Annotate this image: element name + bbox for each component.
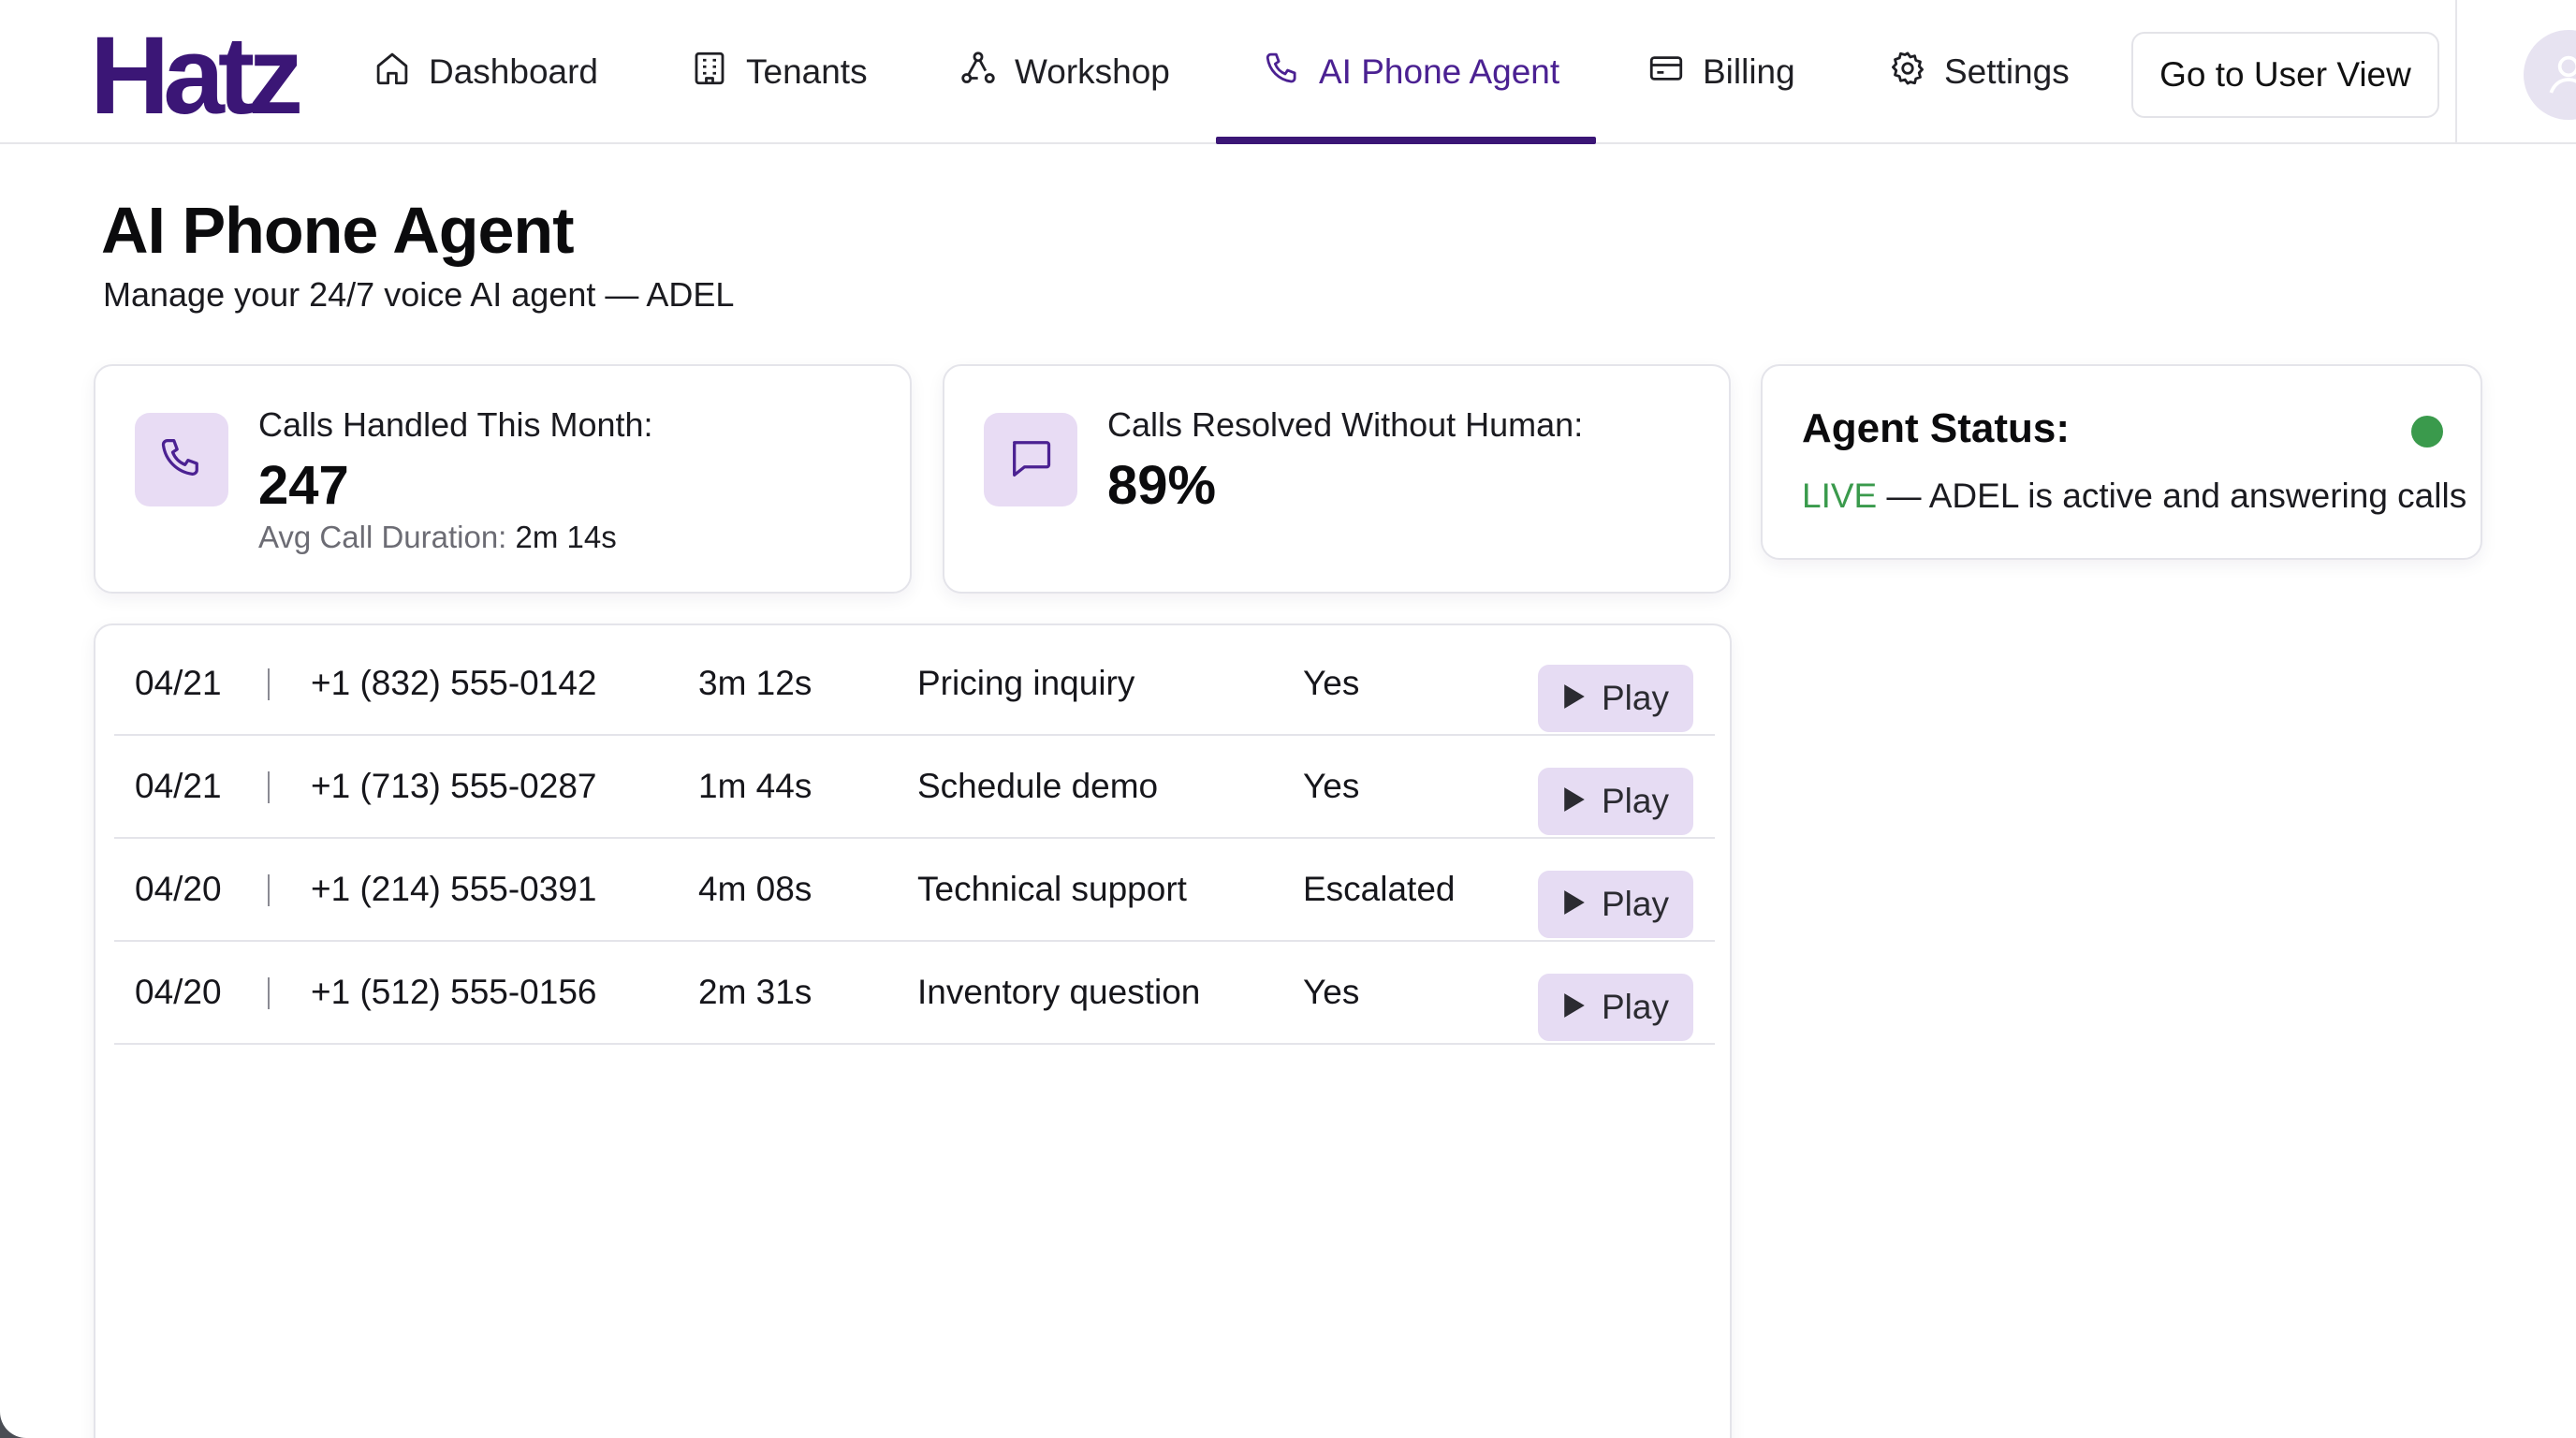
agent-status-card: Agent Status: LIVE — ADEL is active and …: [1761, 364, 2482, 560]
table-row[interactable]: 04/20 +1 (214) 555-0391 4m 08s Technical…: [114, 839, 1715, 942]
table-row[interactable]: 04/21 +1 (713) 555-0287 1m 44s Schedule …: [114, 736, 1715, 839]
nav-settings[interactable]: Settings: [1888, 0, 2070, 144]
nav-ai-phone-agent[interactable]: AI Phone Agent: [1263, 0, 1559, 144]
top-nav: Hatz Dashboard Tenants Workshop AI Phone…: [0, 0, 2576, 144]
nav-tenants[interactable]: Tenants: [690, 0, 868, 144]
call-topic: Schedule demo: [917, 767, 1159, 805]
play-icon: [1562, 782, 1587, 821]
play-recording-button[interactable]: Play: [1538, 665, 1693, 732]
agent-status-message: — ADEL is active and answering calls: [1886, 477, 2467, 515]
calls-resolved-label: Calls Resolved Without Human:: [1107, 405, 1584, 444]
play-recording-button[interactable]: Play: [1538, 974, 1693, 1041]
play-label: Play: [1602, 988, 1669, 1026]
nav-dashboard[interactable]: Dashboard: [373, 0, 598, 144]
avg-call-duration-value: 2m 14s: [515, 520, 617, 554]
nav-tenants-label: Tenants: [746, 52, 868, 91]
building-icon: [690, 49, 729, 96]
recent-calls-table: 04/21 +1 (832) 555-0142 3m 12s Pricing i…: [94, 624, 1732, 1438]
workflow-icon: [959, 49, 998, 96]
call-topic: Pricing inquiry: [917, 664, 1135, 702]
call-resolved: Yes: [1303, 664, 1360, 702]
calls-resolved-icon-tile: [984, 413, 1077, 506]
play-icon: [1562, 885, 1587, 924]
app-window: Hatz Dashboard Tenants Workshop AI Phone…: [0, 0, 2576, 1438]
nav-workshop-label: Workshop: [1015, 52, 1170, 91]
phone-icon: [157, 433, 206, 487]
nav-dashboard-label: Dashboard: [429, 52, 599, 91]
nav-billing-label: Billing: [1703, 52, 1795, 91]
column-separator: [268, 874, 270, 906]
play-label: Play: [1602, 782, 1669, 820]
page-title: AI Phone Agent: [101, 194, 575, 267]
agent-status-title: Agent Status:: [1802, 405, 2070, 451]
call-topic: Technical support: [917, 870, 1187, 908]
call-phone: +1 (512) 555-0156: [311, 973, 597, 1011]
call-topic: Inventory question: [917, 973, 1201, 1011]
call-date: 04/20: [135, 973, 222, 1011]
agent-status-line: LIVE — ADEL is active and answering call…: [1802, 477, 2466, 516]
table-row[interactable]: 04/20 +1 (512) 555-0156 2m 31s Inventory…: [114, 942, 1715, 1045]
call-duration: 4m 08s: [698, 870, 812, 908]
chat-bubble-icon: [1006, 433, 1055, 487]
call-date: 04/20: [135, 870, 222, 908]
calls-resolved-card: Calls Resolved Without Human: 89%: [943, 364, 1731, 594]
avg-call-duration-label: Avg Call Duration:: [258, 520, 507, 554]
play-icon: [1562, 679, 1587, 718]
call-duration: 3m 12s: [698, 664, 812, 702]
nav-divider: [2455, 0, 2457, 144]
phone-icon: [1263, 49, 1302, 96]
call-phone: +1 (713) 555-0287: [311, 767, 597, 805]
column-separator: [268, 977, 270, 1009]
calls-resolved-value: 89%: [1107, 455, 1217, 516]
page-subtitle: Manage your 24/7 voice AI agent — ADEL: [103, 275, 735, 314]
call-resolved: Yes: [1303, 973, 1360, 1011]
active-tab-indicator: [1216, 137, 1596, 144]
hatz-logo[interactable]: Hatz: [90, 21, 303, 131]
home-icon: [373, 49, 412, 96]
call-resolved: Yes: [1303, 767, 1360, 805]
nav-billing[interactable]: Billing: [1647, 0, 1795, 144]
table-row[interactable]: 04/21 +1 (832) 555-0142 3m 12s Pricing i…: [114, 633, 1715, 736]
play-label: Play: [1602, 885, 1669, 923]
status-indicator-dot: [2411, 416, 2443, 448]
credit-card-icon: [1647, 49, 1686, 96]
nav-ai-phone-agent-label: AI Phone Agent: [1319, 52, 1560, 91]
call-duration: 1m 44s: [698, 767, 812, 805]
call-date: 04/21: [135, 664, 222, 702]
column-separator: [268, 668, 270, 700]
gear-icon: [1888, 49, 1927, 96]
calls-handled-card: Calls Handled This Month: 247 Avg Call D…: [94, 364, 912, 594]
call-resolved: Escalated: [1303, 870, 1456, 908]
nav-settings-label: Settings: [1944, 52, 2070, 91]
avg-call-duration: Avg Call Duration: 2m 14s: [258, 520, 617, 555]
play-icon: [1562, 988, 1587, 1027]
call-phone: +1 (832) 555-0142: [311, 664, 597, 702]
nav-workshop[interactable]: Workshop: [959, 0, 1170, 144]
go-to-user-view-button[interactable]: Go to User View: [2131, 32, 2439, 118]
calls-handled-label: Calls Handled This Month:: [258, 405, 653, 444]
play-recording-button[interactable]: Play: [1538, 768, 1693, 835]
calls-handled-value: 247: [258, 455, 349, 516]
call-phone: +1 (214) 555-0391: [311, 870, 597, 908]
call-date: 04/21: [135, 767, 222, 805]
agent-status-state: LIVE: [1802, 477, 1878, 515]
user-icon: [2542, 47, 2576, 104]
play-label: Play: [1602, 679, 1669, 717]
avatar[interactable]: [2524, 30, 2576, 120]
calls-handled-icon-tile: [135, 413, 228, 506]
column-separator: [268, 771, 270, 803]
play-recording-button[interactable]: Play: [1538, 871, 1693, 938]
call-duration: 2m 31s: [698, 973, 812, 1011]
